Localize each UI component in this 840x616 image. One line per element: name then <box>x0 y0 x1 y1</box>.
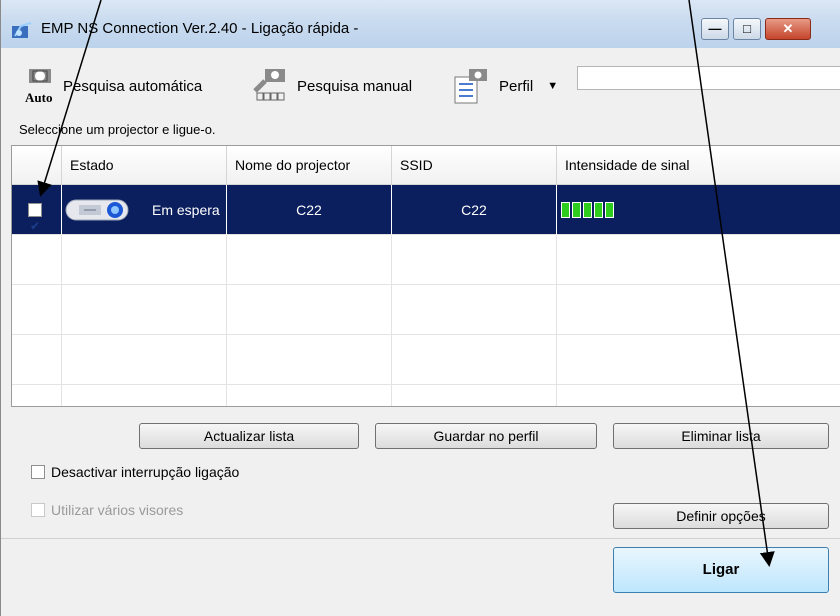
chevron-down-icon[interactable]: ▼ <box>547 80 558 92</box>
update-list-button[interactable]: Actualizar lista <box>139 423 359 449</box>
table-row[interactable] <box>12 385 840 406</box>
table-cell <box>62 335 227 385</box>
maximize-button[interactable]: □ <box>733 18 761 40</box>
table-cell <box>12 335 62 385</box>
table-cell <box>557 385 840 406</box>
multi-display-checkbox <box>31 503 45 517</box>
connect-button[interactable]: Ligar <box>613 547 829 593</box>
table-cell <box>12 285 62 335</box>
title-bar[interactable]: EMP NS Connection Ver.2.40 - Ligação ráp… <box>1 0 840 49</box>
signal-bar <box>572 202 581 218</box>
table-cell <box>557 335 840 385</box>
profile-selector[interactable] <box>577 66 840 90</box>
disable-interrupt-label: Desactivar interrupção ligação <box>51 464 240 480</box>
minimize-button[interactable]: — <box>701 18 729 40</box>
table-cell <box>392 385 557 406</box>
main-window: EMP NS Connection Ver.2.40 - Ligação ráp… <box>0 0 840 616</box>
disable-interrupt-checkbox[interactable] <box>31 465 45 479</box>
manual-search-icon <box>253 69 285 101</box>
table-row[interactable] <box>12 285 840 335</box>
instruction-text: Seleccione um projector e ligue-o. <box>19 122 216 137</box>
row-checkbox-cell <box>12 185 62 251</box>
table-cell <box>392 235 557 285</box>
profile-icon <box>454 69 487 104</box>
status-cell: Em espera <box>62 185 227 235</box>
minimize-icon: — <box>708 21 722 36</box>
auto-search-icon: Auto <box>25 69 52 105</box>
signal-bar <box>605 202 614 218</box>
header-ssid[interactable]: SSID <box>392 146 557 184</box>
table-row[interactable] <box>12 235 840 285</box>
ssid-cell: C22 <box>392 185 557 235</box>
row-checkbox[interactable] <box>28 201 42 251</box>
signal-strength-indicator <box>561 202 614 218</box>
delete-list-button[interactable]: Eliminar lista <box>613 423 829 449</box>
table-cell <box>12 235 62 285</box>
table-cell <box>227 235 392 285</box>
projector-list: Estado Nome do projector SSID Intensidad… <box>11 145 840 407</box>
header-signal[interactable]: Intensidade de sinal <box>557 146 840 184</box>
signal-cell <box>557 185 840 235</box>
table-cell <box>227 285 392 335</box>
signal-bar <box>594 202 603 218</box>
profile-label: Perfil <box>499 77 534 95</box>
header-projector-name[interactable]: Nome do projector <box>227 146 392 184</box>
table-cell <box>12 385 62 406</box>
auto-search-button[interactable]: Auto Pesquisa automática <box>25 68 203 105</box>
profile-button[interactable]: Perfil ▼ <box>453 68 558 104</box>
table-row[interactable] <box>12 335 840 385</box>
signal-bar <box>583 202 592 218</box>
window-title: EMP NS Connection Ver.2.40 - Ligação ráp… <box>41 20 359 37</box>
signal-bar <box>561 202 570 218</box>
manual-search-label: Pesquisa manual <box>297 77 413 95</box>
manual-search-button[interactable]: Pesquisa manual <box>251 68 412 104</box>
divider <box>1 538 840 539</box>
auto-search-label: Pesquisa automática <box>63 77 203 95</box>
table-cell <box>557 235 840 285</box>
table-cell <box>392 285 557 335</box>
projector-icon <box>65 199 129 221</box>
header-checkbox-col <box>12 146 62 184</box>
multi-display-label: Utilizar vários visores <box>51 502 184 518</box>
app-icon <box>12 22 32 38</box>
maximize-icon: □ <box>743 21 751 36</box>
list-header: Estado Nome do projector SSID Intensidad… <box>12 146 840 185</box>
svg-text:Auto: Auto <box>25 90 52 105</box>
table-cell <box>62 385 227 406</box>
close-button[interactable]: ✕ <box>765 18 811 40</box>
table-cell <box>392 335 557 385</box>
close-icon: ✕ <box>782 21 794 36</box>
set-options-button[interactable]: Definir opções <box>613 503 829 529</box>
table-cell <box>227 335 392 385</box>
disable-interrupt-option[interactable]: Desactivar interrupção ligação <box>31 462 239 482</box>
table-cell <box>62 235 227 285</box>
header-status[interactable]: Estado <box>62 146 227 184</box>
projector-name-cell: C22 <box>227 185 392 235</box>
save-profile-button[interactable]: Guardar no perfil <box>375 423 597 449</box>
status-text: Em espera <box>152 202 220 218</box>
table-row[interactable]: Em espera C22 C22 <box>12 185 840 251</box>
table-cell <box>62 285 227 335</box>
multi-display-option: Utilizar vários visores <box>31 500 183 520</box>
table-cell <box>557 285 840 335</box>
table-cell <box>227 385 392 406</box>
